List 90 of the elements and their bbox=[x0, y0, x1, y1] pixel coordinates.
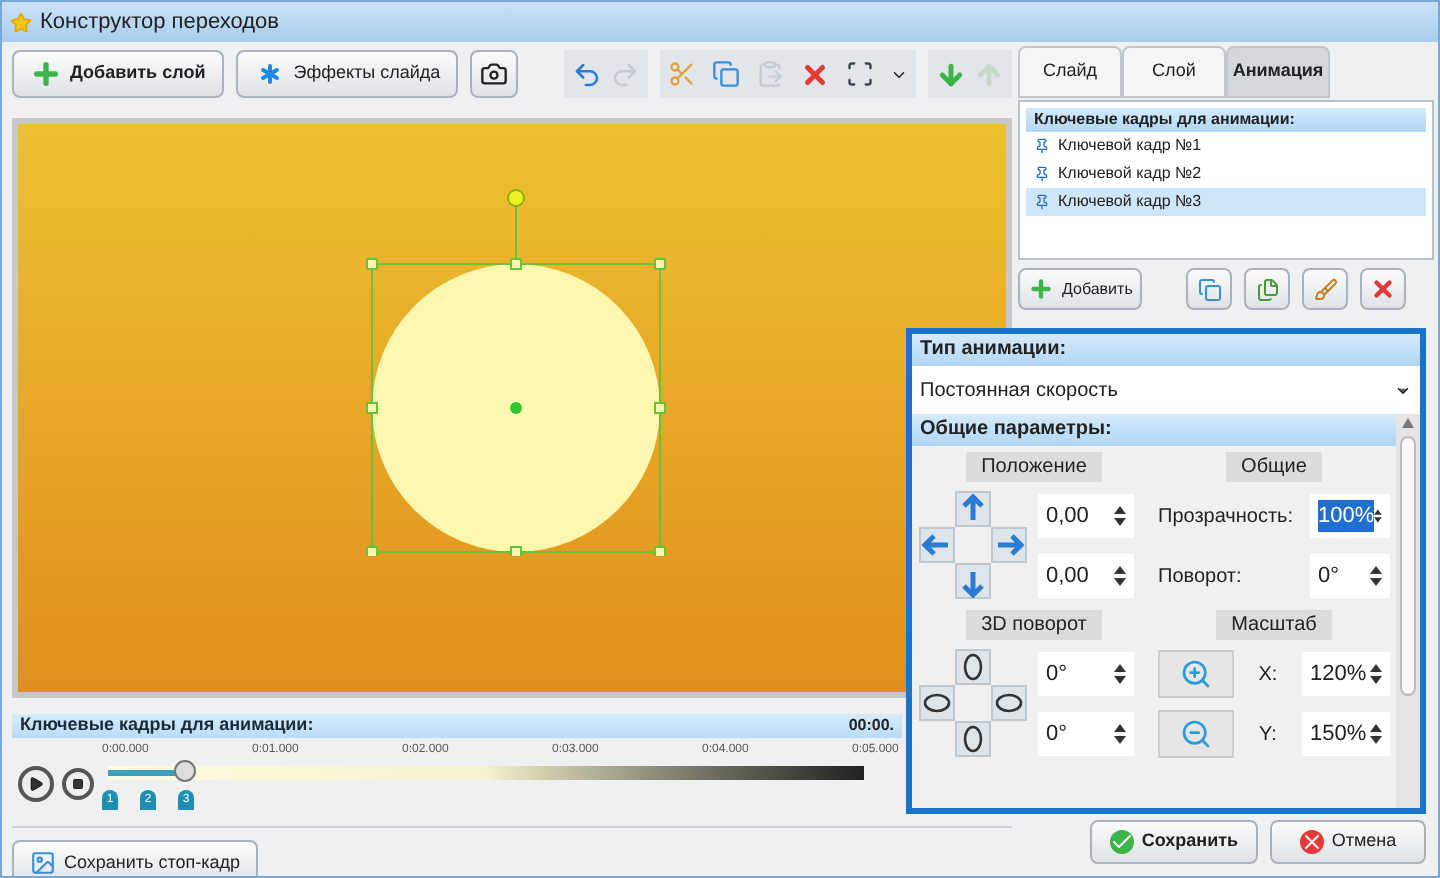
spin-value: 120% bbox=[1309, 659, 1367, 690]
spin-arrows-icon[interactable] bbox=[1114, 662, 1126, 686]
spin-arrows-icon[interactable] bbox=[1374, 504, 1382, 528]
camera-button[interactable] bbox=[470, 50, 519, 98]
timeline-track[interactable] bbox=[108, 766, 864, 780]
panel-header: Общие параметры: bbox=[912, 414, 1396, 446]
add-keyframe-button[interactable]: Добавить bbox=[1018, 268, 1143, 310]
move-down-icon[interactable] bbox=[936, 59, 966, 89]
timeline-thumb[interactable] bbox=[173, 760, 196, 782]
spin-field[interactable]: 0° bbox=[1038, 652, 1134, 696]
group-title: Масштаб bbox=[1215, 610, 1333, 640]
app-star-icon bbox=[10, 11, 32, 33]
circle-layer-drawing[interactable] bbox=[366, 188, 666, 556]
panel-header: Тип анимации: bbox=[912, 334, 1420, 366]
spin-arrows-icon[interactable] bbox=[1370, 722, 1382, 746]
spin-arrows-icon[interactable] bbox=[1369, 662, 1382, 686]
field-label: Прозрачность: bbox=[1158, 503, 1294, 531]
panel-header: Ключевые кадры для анимации: bbox=[1026, 108, 1426, 132]
panel-tab[interactable]: Слайд bbox=[1018, 46, 1122, 98]
spin-arrows-icon[interactable] bbox=[1370, 564, 1382, 588]
delete-icon bbox=[1370, 276, 1397, 302]
play-button[interactable] bbox=[18, 766, 54, 802]
spin-arrows-icon[interactable] bbox=[1114, 722, 1126, 746]
paste-icon bbox=[1255, 277, 1280, 301]
zoom-in-button[interactable] bbox=[1158, 650, 1234, 698]
save-button[interactable]: Сохранить bbox=[1090, 820, 1258, 864]
zoom-out-button[interactable] bbox=[1158, 710, 1234, 758]
spin-field[interactable]: 120% bbox=[1301, 652, 1390, 696]
spin-field[interactable]: 100% bbox=[1310, 494, 1390, 538]
save-frame-button[interactable]: Сохранить стоп-кадр bbox=[12, 840, 259, 876]
pin-icon bbox=[1034, 138, 1050, 154]
group-title: Общие bbox=[1225, 452, 1323, 482]
spin-value: 100% bbox=[1318, 499, 1375, 533]
window-title: Конструктор переходов bbox=[40, 7, 279, 38]
spin-value: 0° bbox=[1318, 561, 1340, 592]
undo-icon[interactable] bbox=[572, 59, 602, 89]
rotate-arrows-icon[interactable] bbox=[918, 648, 1030, 760]
group-title: Положение bbox=[965, 452, 1103, 482]
copy-icon bbox=[1197, 277, 1222, 301]
field-label: Y: bbox=[1259, 721, 1277, 749]
slide-effects-button[interactable]: Эффекты слайда bbox=[235, 50, 459, 98]
camera-icon bbox=[480, 60, 509, 88]
timeline-time: 00:00. bbox=[848, 714, 894, 738]
fit-icon[interactable] bbox=[846, 60, 874, 88]
spin-field[interactable]: 0,00 bbox=[1038, 494, 1134, 538]
brush-icon bbox=[1313, 277, 1338, 301]
copy-icon[interactable] bbox=[712, 60, 740, 88]
cancel-button[interactable]: Отмена bbox=[1270, 820, 1426, 864]
spin-value: 150% bbox=[1310, 719, 1367, 750]
play-icon bbox=[28, 776, 44, 792]
field-label: X: bbox=[1258, 661, 1278, 689]
spin-value: 0,00 bbox=[1046, 501, 1089, 532]
picture-icon bbox=[30, 850, 56, 876]
spin-field[interactable]: 150% bbox=[1302, 712, 1390, 756]
zoom-out-icon bbox=[1180, 718, 1212, 750]
stop-button[interactable] bbox=[62, 768, 94, 800]
delete-button[interactable] bbox=[1360, 268, 1407, 310]
copy-button[interactable] bbox=[1186, 268, 1233, 310]
keyframe-item[interactable]: Ключевой кадр №1 bbox=[1026, 132, 1426, 160]
spin-field[interactable]: 0,00 bbox=[1038, 554, 1134, 598]
paste-button[interactable] bbox=[1244, 268, 1291, 310]
animation-type-dropdown[interactable]: Постоянная скорость bbox=[912, 366, 1420, 414]
plus-icon bbox=[1028, 276, 1054, 302]
plus-icon bbox=[30, 58, 62, 90]
spin-arrows-icon[interactable] bbox=[1114, 504, 1126, 528]
brush-button[interactable] bbox=[1302, 268, 1349, 310]
move-arrows-icon[interactable] bbox=[918, 490, 1030, 602]
add-layer-button[interactable]: Добавить слой bbox=[12, 50, 224, 98]
pin-icon bbox=[1034, 194, 1050, 210]
panel-tab[interactable]: Слой bbox=[1122, 46, 1226, 98]
spin-value: 0° bbox=[1046, 719, 1068, 750]
spin-value: 0° bbox=[1046, 659, 1068, 690]
cancel-icon bbox=[1299, 830, 1324, 854]
spin-arrows-icon[interactable] bbox=[1114, 564, 1126, 588]
keyframe-item[interactable]: Ключевой кадр №3 bbox=[1026, 188, 1426, 216]
timeline-title: Ключевые кадры для анимации: bbox=[20, 712, 314, 739]
scrollbar[interactable] bbox=[1396, 414, 1420, 808]
pin-icon bbox=[1034, 166, 1050, 182]
delete-icon[interactable] bbox=[800, 59, 830, 89]
stop-icon bbox=[72, 778, 84, 790]
check-icon bbox=[1109, 830, 1134, 854]
panel-tab[interactable]: Анимация bbox=[1226, 46, 1330, 98]
spin-value: 0,00 bbox=[1046, 561, 1089, 592]
dropdown-value: Постоянная скорость bbox=[920, 377, 1118, 405]
field-label: Поворот: bbox=[1158, 563, 1242, 591]
keyframe-item[interactable]: Ключевой кадр №2 bbox=[1026, 160, 1426, 188]
spin-field[interactable]: 0° bbox=[1310, 554, 1390, 598]
zoom-in-icon bbox=[1180, 658, 1212, 690]
group-title: 3D поворот bbox=[965, 610, 1103, 640]
spin-field[interactable]: 0° bbox=[1038, 712, 1134, 756]
